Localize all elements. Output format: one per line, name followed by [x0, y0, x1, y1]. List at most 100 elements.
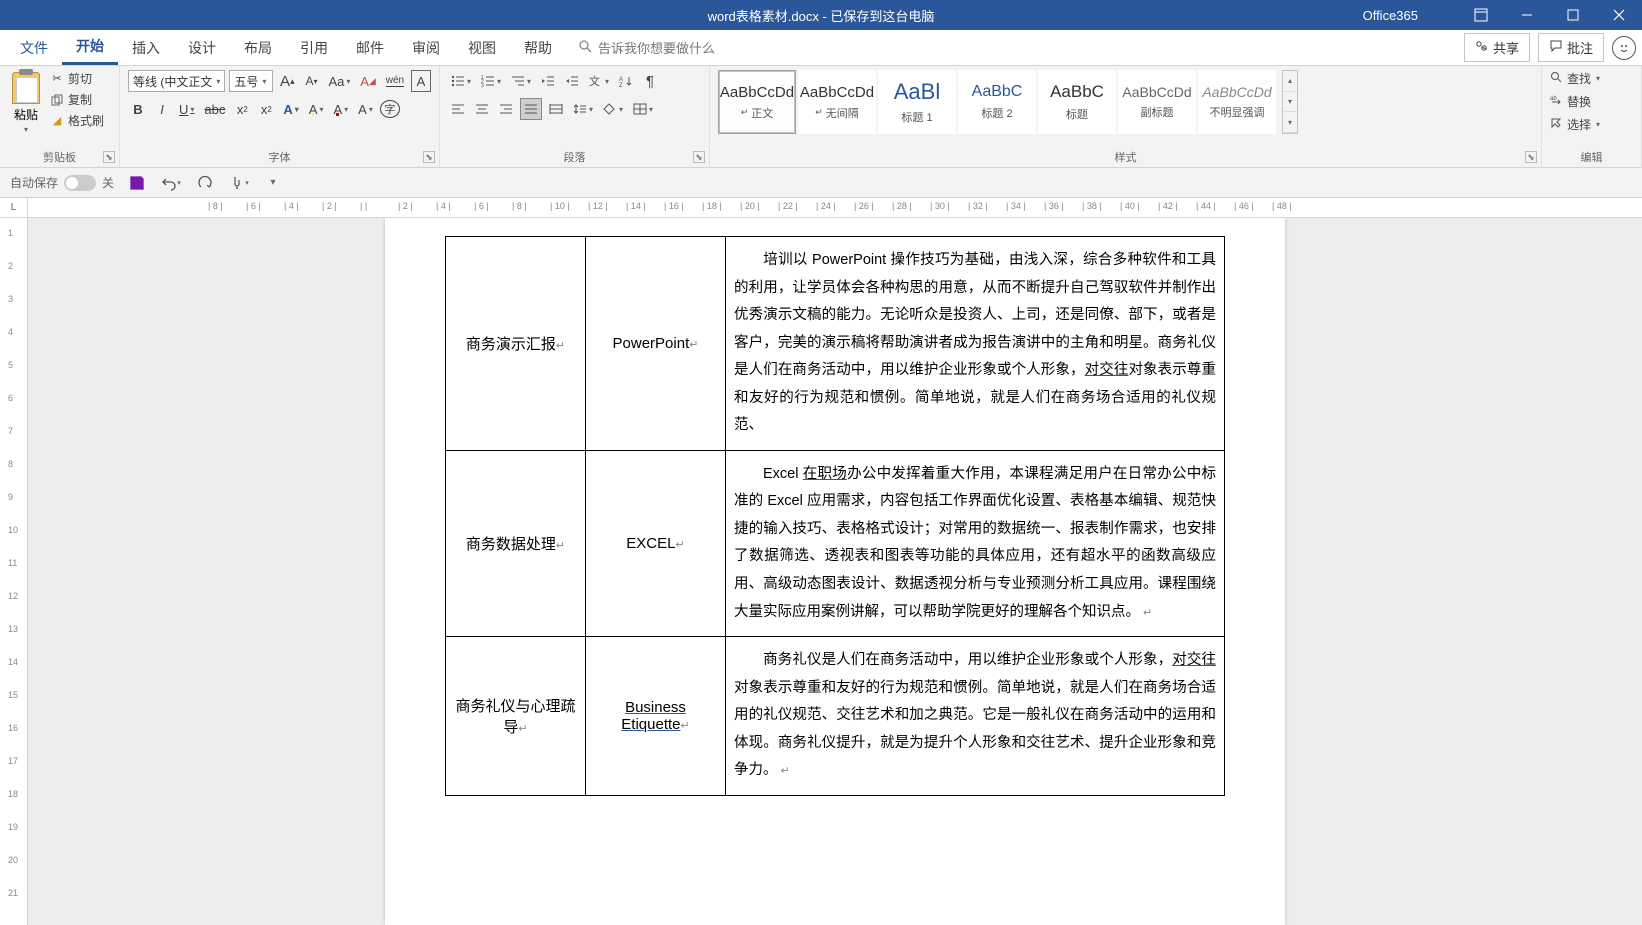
tab-view[interactable]: 视图: [454, 30, 510, 65]
gallery-more-icon[interactable]: ▾: [1283, 112, 1297, 133]
increase-indent-button[interactable]: [562, 70, 582, 92]
tab-layout[interactable]: 布局: [230, 30, 286, 65]
ruler-corner[interactable]: L: [0, 198, 28, 217]
tab-insert[interactable]: 插入: [118, 30, 174, 65]
styles-gallery[interactable]: AaBbCcDd↵正文AaBbCcDd↵无间隔AaBl标题 1AaBbC标题 2…: [718, 70, 1276, 134]
share-button[interactable]: 共享: [1464, 33, 1530, 62]
tab-file[interactable]: 文件: [6, 30, 62, 65]
superscript-button[interactable]: x2: [256, 98, 276, 120]
replace-button[interactable]: ab替换: [1550, 93, 1633, 110]
tab-help[interactable]: 帮助: [510, 30, 566, 65]
style-item[interactable]: AaBbCcDd副标题: [1118, 70, 1196, 134]
document-table[interactable]: 商务演示汇报↵ PowerPoint↵ 培训以 PowerPoint 操作技巧为…: [445, 236, 1225, 796]
font-color-button[interactable]: A: [330, 98, 351, 120]
style-item[interactable]: AaBbC标题: [1038, 70, 1116, 134]
cell-topic[interactable]: 商务数据处理↵: [446, 450, 586, 636]
cell-desc[interactable]: 商务礼仪是人们在商务活动中，用以维护企业形象或个人形象，对交往对象表示尊重和友好…: [726, 637, 1225, 796]
char-shading-button[interactable]: A: [355, 98, 376, 120]
tell-me-search[interactable]: 告诉我你想要做什么: [578, 30, 715, 65]
subscript-button[interactable]: x2: [232, 98, 252, 120]
qat-customize-button[interactable]: ▾: [262, 172, 284, 194]
styles-launcher[interactable]: ⬊: [1525, 151, 1537, 163]
gallery-down-icon[interactable]: ▾: [1283, 92, 1297, 113]
line-spacing-button[interactable]: [570, 98, 596, 120]
tab-review[interactable]: 审阅: [398, 30, 454, 65]
redo-button[interactable]: [194, 172, 216, 194]
bold-button[interactable]: B: [128, 98, 148, 120]
change-case-button[interactable]: Aa: [326, 70, 354, 92]
toggle-switch[interactable]: [64, 175, 96, 191]
multilevel-button[interactable]: [508, 70, 534, 92]
decrease-indent-button[interactable]: [538, 70, 558, 92]
text-direction-button[interactable]: 文: [586, 70, 612, 92]
save-button[interactable]: [126, 172, 148, 194]
page-scroll[interactable]: 商务演示汇报↵ PowerPoint↵ 培训以 PowerPoint 操作技巧为…: [28, 218, 1642, 925]
font-name-combo[interactable]: 等线 (中文正文▾: [128, 70, 225, 92]
italic-button[interactable]: I: [152, 98, 172, 120]
grow-font-button[interactable]: A▴: [277, 70, 297, 92]
strikethrough-button[interactable]: abc: [201, 98, 228, 120]
style-item[interactable]: AaBbCcDd不明显强调: [1198, 70, 1276, 134]
align-justify-button[interactable]: [520, 98, 542, 120]
format-painter-button[interactable]: ◢格式刷: [50, 112, 104, 129]
show-marks-button[interactable]: ¶: [640, 70, 660, 92]
table-row[interactable]: 商务演示汇报↵ PowerPoint↵ 培训以 PowerPoint 操作技巧为…: [446, 237, 1225, 451]
cut-button[interactable]: ✂剪切: [50, 70, 104, 87]
bullets-button[interactable]: [448, 70, 474, 92]
paragraph-launcher[interactable]: ⬊: [693, 151, 705, 163]
copy-button[interactable]: 复制: [50, 91, 104, 108]
cell-tool[interactable]: PowerPoint↵: [586, 237, 726, 451]
enclose-char-button[interactable]: 字: [380, 100, 400, 118]
minimize-button[interactable]: [1504, 0, 1550, 30]
distribute-button[interactable]: [546, 98, 566, 120]
shading-button[interactable]: [600, 98, 626, 120]
clear-format-button[interactable]: A◢: [357, 70, 378, 92]
touch-mode-button[interactable]: ▾: [228, 172, 250, 194]
paste-button[interactable]: 粘贴 ▾: [8, 70, 44, 136]
cell-topic[interactable]: 商务演示汇报↵: [446, 237, 586, 451]
tab-design[interactable]: 设计: [174, 30, 230, 65]
sort-button[interactable]: AZ: [616, 70, 636, 92]
font-size-combo[interactable]: 五号▾: [229, 70, 273, 92]
cell-tool[interactable]: BusinessEtiquette↵: [586, 637, 726, 796]
undo-button[interactable]: ▾: [160, 172, 182, 194]
gallery-scroll[interactable]: ▴ ▾ ▾: [1282, 70, 1298, 134]
tab-references[interactable]: 引用: [286, 30, 342, 65]
tab-mailings[interactable]: 邮件: [342, 30, 398, 65]
close-button[interactable]: [1596, 0, 1642, 30]
clipboard-launcher[interactable]: ⬊: [103, 151, 115, 163]
align-right-button[interactable]: [496, 98, 516, 120]
align-left-button[interactable]: [448, 98, 468, 120]
table-row[interactable]: 商务数据处理↵ EXCEL↵ Excel 在职场办公中发挥着重大作用，本课程满足…: [446, 450, 1225, 636]
align-center-button[interactable]: [472, 98, 492, 120]
numbering-button[interactable]: 123: [478, 70, 504, 92]
ribbon-display-options[interactable]: [1458, 0, 1504, 30]
borders-button[interactable]: [630, 98, 656, 120]
cell-tool[interactable]: EXCEL↵: [586, 450, 726, 636]
cell-desc[interactable]: 培训以 PowerPoint 操作技巧为基础，由浅入深，综合多种软件和工具的利用…: [726, 237, 1225, 451]
gallery-up-icon[interactable]: ▴: [1283, 71, 1297, 92]
horizontal-ruler[interactable]: | 8 || 6 || 4 || 2 || || 2 || 4 || 6 || …: [28, 198, 1642, 217]
style-item[interactable]: AaBbC标题 2: [958, 70, 1036, 134]
shrink-font-button[interactable]: A▾: [302, 70, 322, 92]
style-item[interactable]: AaBl标题 1: [878, 70, 956, 134]
feedback-smiley-icon[interactable]: [1612, 36, 1636, 60]
style-item[interactable]: AaBbCcDd↵无间隔: [798, 70, 876, 134]
style-item[interactable]: AaBbCcDd↵正文: [718, 70, 796, 134]
char-border-button[interactable]: A: [411, 70, 431, 92]
cell-desc[interactable]: Excel 在职场办公中发挥着重大作用，本课程满足用户在日常办公中标准的 Exc…: [726, 450, 1225, 636]
text-effects-button[interactable]: A: [280, 98, 301, 120]
maximize-button[interactable]: [1550, 0, 1596, 30]
autosave-toggle[interactable]: 自动保存 关: [10, 174, 114, 191]
font-launcher[interactable]: ⬊: [423, 151, 435, 163]
tab-home[interactable]: 开始: [62, 30, 118, 65]
select-button[interactable]: 选择▾: [1550, 116, 1633, 133]
find-button[interactable]: 查找▾: [1550, 70, 1633, 87]
cell-topic[interactable]: 商务礼仪与心理疏导↵: [446, 637, 586, 796]
underline-button[interactable]: U: [176, 98, 197, 120]
table-row[interactable]: 商务礼仪与心理疏导↵ BusinessEtiquette↵ 商务礼仪是人们在商务…: [446, 637, 1225, 796]
comments-button[interactable]: 批注: [1538, 33, 1604, 62]
highlight-button[interactable]: A: [306, 98, 327, 120]
vertical-ruler[interactable]: 123456789101112131415161718192021: [0, 218, 28, 925]
phonetic-button[interactable]: wén: [383, 70, 407, 92]
